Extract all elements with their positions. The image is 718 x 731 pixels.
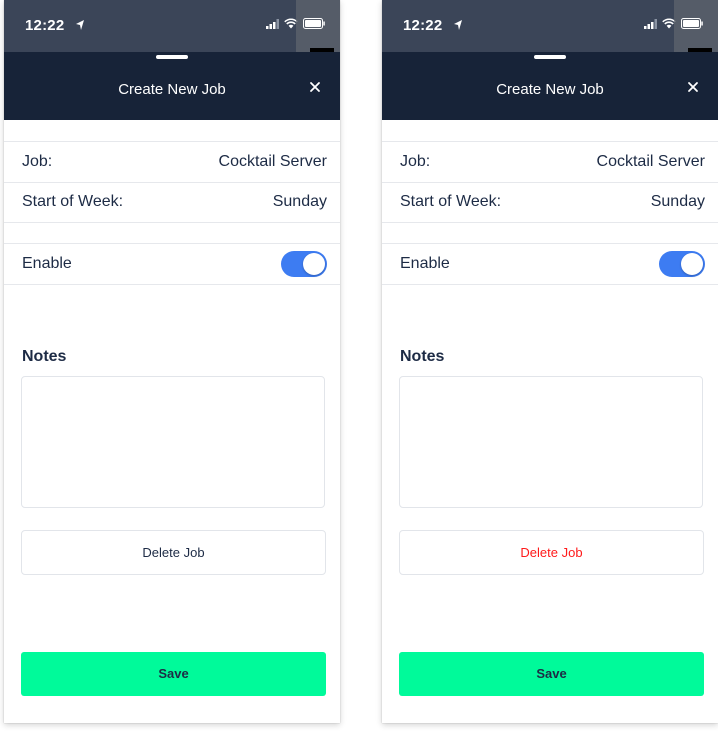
delete-job-button[interactable]: Delete Job [399, 530, 704, 575]
save-button[interactable]: Save [21, 652, 326, 696]
signal-icon [644, 19, 657, 29]
status-time: 12:22 [25, 17, 65, 34]
job-value: Cocktail Server [596, 153, 705, 170]
start-of-week-value: Sunday [272, 193, 327, 210]
enable-label: Enable [400, 255, 450, 272]
notes-textarea[interactable] [399, 376, 703, 508]
signal-icon [266, 19, 279, 29]
start-of-week-label: Start of Week: [400, 193, 502, 210]
job-label: Job: [400, 153, 431, 170]
job-row[interactable]: Job: Cocktail Server [4, 141, 340, 183]
toggle-knob [681, 253, 703, 275]
battery-icon [303, 18, 325, 29]
status-bar: 12:22 [382, 0, 718, 52]
job-row[interactable]: Job: Cocktail Server [382, 141, 718, 183]
sheet-grabber[interactable] [534, 55, 566, 59]
toggle-knob [303, 253, 325, 275]
location-arrow-icon [454, 20, 462, 30]
battery-icon [681, 18, 703, 29]
phone-screen-delete-highlighted: 12:22 Create New Job Job: Cocktail Serve… [382, 0, 718, 723]
enable-row: Enable [4, 243, 340, 285]
notes-label: Notes [400, 348, 445, 365]
sheet-header: Create New Job [382, 52, 718, 120]
enable-label: Enable [22, 255, 72, 272]
delete-job-button[interactable]: Delete Job [21, 530, 326, 575]
page-title: Create New Job [496, 81, 604, 98]
start-of-week-label: Start of Week: [22, 193, 124, 210]
phone-screen-default: 12:22 Create New Job Job: Cocktail Serve… [4, 0, 340, 723]
start-of-week-row[interactable]: Start of Week: Sunday [382, 182, 718, 223]
start-of-week-value: Sunday [650, 193, 705, 210]
location-arrow-icon [76, 20, 84, 30]
page-title: Create New Job [118, 81, 226, 98]
enable-toggle[interactable] [659, 251, 705, 277]
enable-row: Enable [382, 243, 718, 285]
job-label: Job: [22, 153, 53, 170]
sheet-grabber[interactable] [156, 55, 188, 59]
start-of-week-row[interactable]: Start of Week: Sunday [4, 182, 340, 223]
status-time: 12:22 [403, 17, 443, 34]
close-icon[interactable] [684, 78, 702, 96]
sheet-header: Create New Job [4, 52, 340, 120]
save-button[interactable]: Save [399, 652, 704, 696]
notes-textarea[interactable] [21, 376, 325, 508]
job-value: Cocktail Server [218, 153, 327, 170]
notes-label: Notes [22, 348, 67, 365]
enable-toggle[interactable] [281, 251, 327, 277]
close-icon[interactable] [306, 78, 324, 96]
status-bar: 12:22 [4, 0, 340, 52]
